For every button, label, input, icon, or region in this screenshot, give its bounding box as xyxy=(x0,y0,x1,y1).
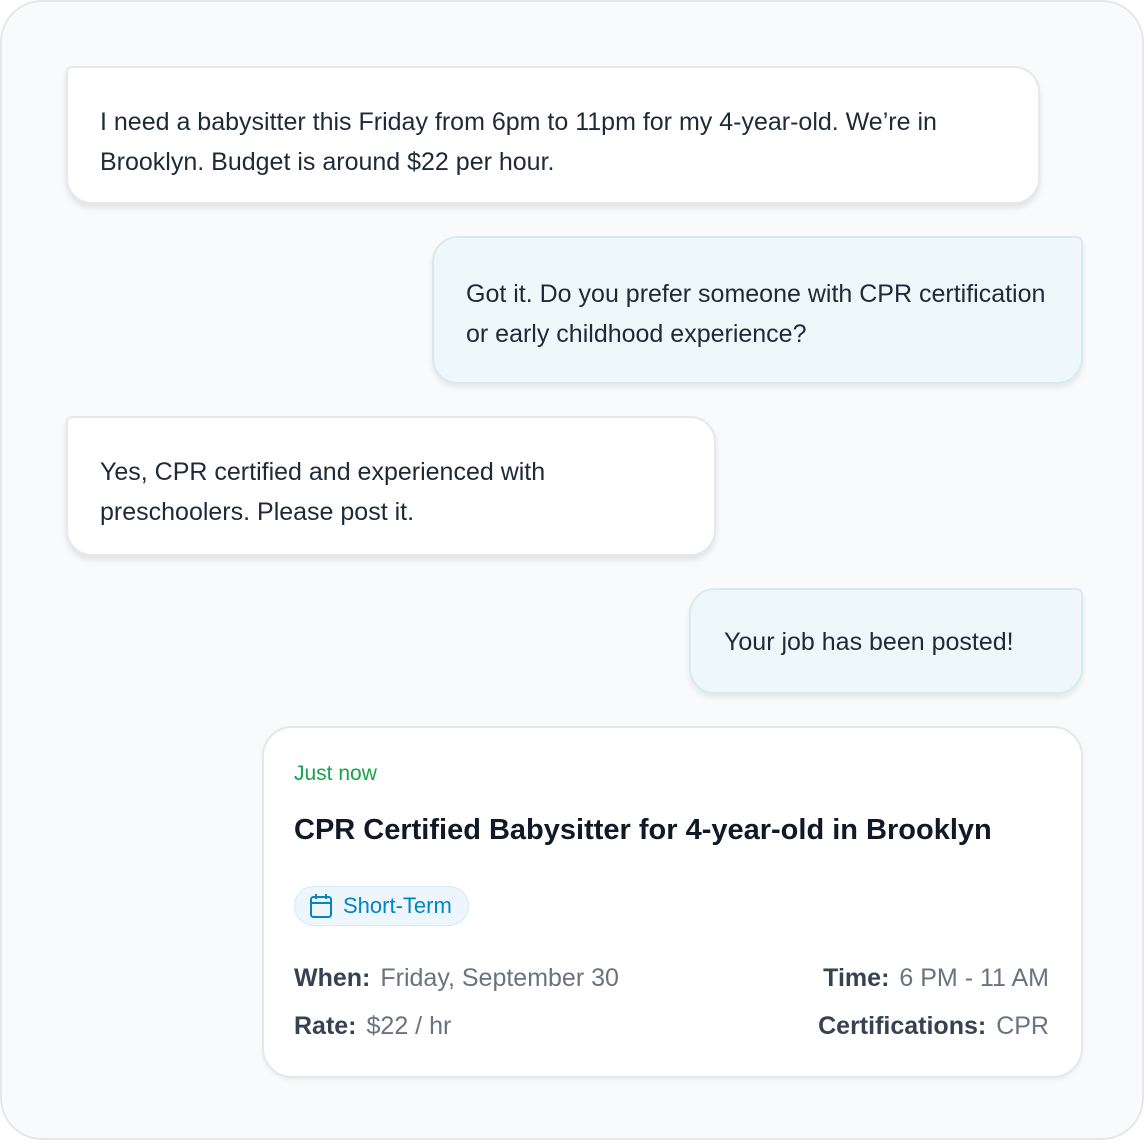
job-post-card[interactable]: Just now CPR Certified Babysitter for 4-… xyxy=(262,726,1083,1078)
rate-label: Rate: xyxy=(294,1012,357,1040)
assistant-message: Got it. Do you prefer someone with CPR c… xyxy=(432,236,1083,384)
time-detail: Time: 6 PM - 11 AM xyxy=(823,964,1049,993)
time-label: Time: xyxy=(823,964,890,992)
job-type-tag: Short-Term xyxy=(294,886,469,926)
certifications-value: CPR xyxy=(996,1012,1049,1040)
posted-time: Just now xyxy=(294,762,377,785)
rate-value: $22 / hr xyxy=(366,1012,452,1040)
rate-detail: Rate: $22 / hr xyxy=(294,1012,451,1041)
chat-window: I need a babysitter this Friday from 6pm… xyxy=(0,0,1144,1140)
tag-label: Short-Term xyxy=(343,893,452,918)
message-text: Your job has been posted! xyxy=(724,628,1014,656)
calendar-icon xyxy=(309,893,333,919)
time-value: 6 PM - 11 AM xyxy=(899,964,1049,992)
message-text: Got it. Do you prefer someone with CPR c… xyxy=(466,280,1046,348)
user-message: Yes, CPR certified and experienced with … xyxy=(66,416,716,556)
message-text: Yes, CPR certified and experienced with … xyxy=(100,458,546,526)
when-label: When: xyxy=(294,964,371,992)
job-title[interactable]: CPR Certified Babysitter for 4-year-old … xyxy=(294,814,992,847)
certifications-label: Certifications: xyxy=(818,1012,987,1040)
message-text: I need a babysitter this Friday from 6pm… xyxy=(100,108,937,176)
when-value: Friday, September 30 xyxy=(380,964,619,992)
user-message: I need a babysitter this Friday from 6pm… xyxy=(66,66,1040,204)
certifications-detail: Certifications: CPR xyxy=(818,1012,1049,1041)
assistant-message: Your job has been posted! xyxy=(689,588,1083,694)
when-detail: When: Friday, September 30 xyxy=(294,964,619,993)
